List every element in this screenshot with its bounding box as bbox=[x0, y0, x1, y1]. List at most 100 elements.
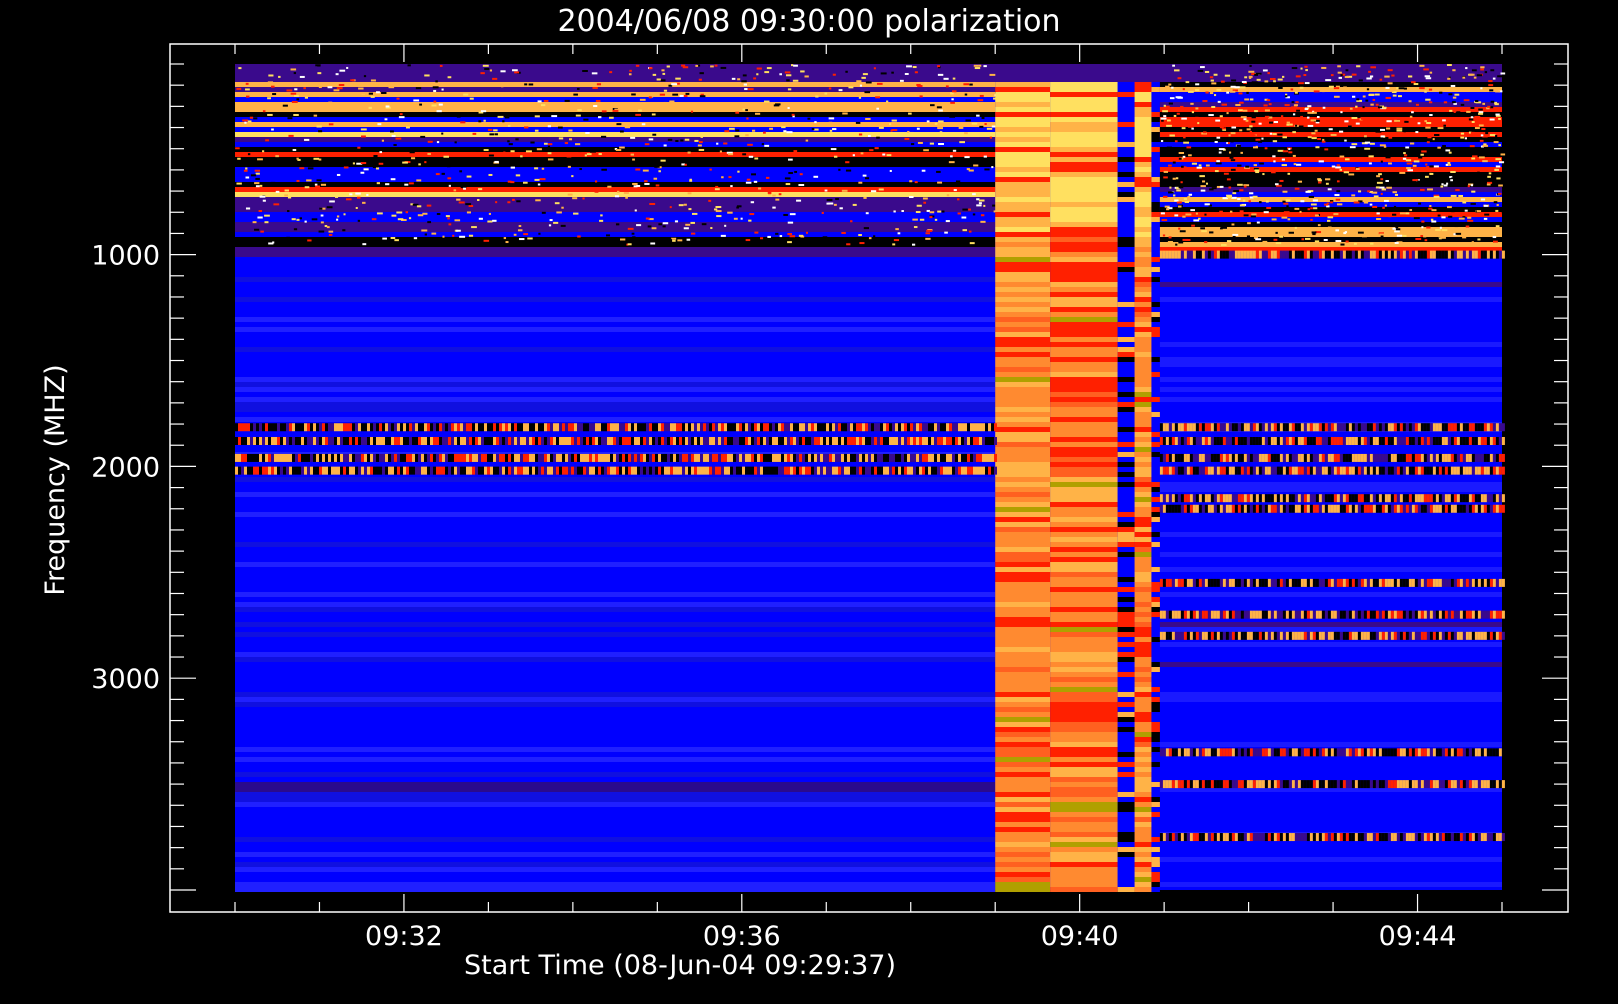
heatmap-speckle bbox=[1217, 100, 1221, 103]
heatmap-speckle bbox=[245, 176, 250, 179]
heatmap-row bbox=[1151, 192, 1160, 197]
heatmap-speckle bbox=[958, 126, 964, 129]
interference-cell bbox=[1186, 631, 1190, 640]
interference-cell bbox=[334, 453, 337, 462]
interference-cell bbox=[895, 453, 898, 462]
interference-cell bbox=[847, 466, 850, 475]
heatmap-speckle bbox=[1451, 210, 1455, 213]
heatmap-speckle bbox=[1294, 226, 1297, 229]
interference-cell bbox=[1492, 494, 1496, 503]
interference-cell bbox=[1501, 610, 1505, 619]
heatmap-speckle bbox=[537, 192, 541, 195]
heatmap-speckle bbox=[1450, 84, 1456, 87]
interference-cell bbox=[1261, 453, 1265, 462]
interference-cell bbox=[475, 453, 478, 462]
heatmap-row bbox=[1134, 622, 1152, 627]
heatmap-speckle bbox=[784, 177, 791, 180]
heatmap-row bbox=[235, 237, 996, 242]
spectrogram-chart: 2004/06/08 09:30:00 polarization 09:32 09… bbox=[40, 4, 1569, 981]
heatmap-speckle bbox=[1160, 117, 1167, 120]
heatmap-row bbox=[995, 662, 1051, 667]
heatmap-speckle bbox=[432, 86, 439, 89]
heatmap-row bbox=[995, 442, 1051, 447]
interference-cell bbox=[979, 466, 982, 475]
interference-cell bbox=[1486, 578, 1490, 587]
interference-cell bbox=[1213, 578, 1217, 587]
interference-cell bbox=[1363, 504, 1367, 513]
heatmap-row bbox=[1151, 842, 1160, 847]
interference-cell bbox=[1186, 748, 1190, 757]
heatmap-speckle bbox=[652, 73, 657, 76]
heatmap-row bbox=[1117, 202, 1135, 207]
interference-cell bbox=[973, 436, 976, 445]
interference-cell bbox=[604, 466, 607, 475]
heatmap-speckle bbox=[442, 235, 445, 238]
interference-cell bbox=[1174, 610, 1178, 619]
interference-cell bbox=[490, 436, 493, 445]
interference-cell bbox=[1168, 578, 1172, 587]
heatmap-row bbox=[1117, 172, 1135, 177]
heatmap-speckle bbox=[735, 111, 740, 114]
interference-cell bbox=[1351, 504, 1355, 513]
interference-cell bbox=[1444, 423, 1448, 432]
heatmap-speckle bbox=[1191, 224, 1195, 227]
heatmap-row bbox=[1117, 457, 1135, 462]
heatmap-speckle bbox=[1182, 238, 1189, 241]
interference-cell bbox=[286, 436, 289, 445]
heatmap-row bbox=[1151, 122, 1160, 127]
interference-cell bbox=[1246, 466, 1250, 475]
interference-cell bbox=[1195, 453, 1199, 462]
heatmap-speckle bbox=[1385, 156, 1391, 159]
heatmap-speckle bbox=[528, 83, 534, 86]
heatmap-speckle bbox=[598, 116, 602, 119]
heatmap-speckle bbox=[1311, 137, 1317, 140]
interference-cell bbox=[1243, 504, 1247, 513]
interference-cell bbox=[583, 453, 586, 462]
heatmap-speckle bbox=[463, 187, 466, 190]
heatmap-speckle bbox=[363, 168, 369, 171]
heatmap-speckle bbox=[1308, 195, 1315, 198]
interference-cell bbox=[1381, 610, 1385, 619]
heatmap-speckle bbox=[328, 101, 333, 104]
interference-cell bbox=[1417, 466, 1421, 475]
interference-cell bbox=[1231, 423, 1235, 432]
heatmap-speckle bbox=[303, 87, 306, 90]
interference-cell bbox=[1318, 453, 1322, 462]
heatmap-row bbox=[1050, 287, 1118, 292]
heatmap-speckle bbox=[632, 236, 636, 239]
heatmap-speckle bbox=[1455, 232, 1462, 235]
interference-cell bbox=[1321, 610, 1325, 619]
interference-cell bbox=[994, 436, 997, 445]
heatmap-speckle bbox=[983, 65, 987, 68]
interference-cell bbox=[1198, 748, 1202, 757]
interference-cell bbox=[1336, 466, 1340, 475]
heatmap-speckle bbox=[1392, 213, 1397, 216]
interference-cell bbox=[733, 423, 736, 432]
heatmap-speckle bbox=[575, 114, 581, 117]
heatmap-speckle bbox=[290, 92, 297, 95]
heatmap-speckle bbox=[891, 71, 894, 74]
heatmap-speckle bbox=[1496, 177, 1501, 180]
heatmap-speckle bbox=[1338, 76, 1342, 79]
heatmap-row bbox=[1117, 312, 1135, 317]
interference-cell bbox=[1300, 748, 1304, 757]
interference-cell bbox=[1309, 250, 1313, 259]
heatmap-speckle bbox=[236, 87, 242, 90]
interference-cell bbox=[235, 436, 238, 445]
heatmap-speckle bbox=[566, 82, 571, 85]
heatmap-speckle bbox=[543, 142, 548, 145]
interference-cell bbox=[1282, 436, 1286, 445]
interference-cell bbox=[289, 453, 292, 462]
heatmap-speckle bbox=[891, 119, 897, 122]
interference-cell bbox=[469, 453, 472, 462]
heatmap-speckle bbox=[644, 180, 648, 183]
heatmap-row bbox=[1151, 232, 1160, 237]
interference-cell bbox=[916, 436, 919, 445]
heatmap-row bbox=[995, 647, 1051, 652]
interference-cell bbox=[1402, 578, 1406, 587]
heatmap-row bbox=[1050, 262, 1118, 267]
interference-cell bbox=[421, 466, 424, 475]
interference-cell bbox=[400, 423, 403, 432]
heatmap-speckle bbox=[838, 168, 841, 171]
heatmap-speckle bbox=[539, 178, 546, 181]
